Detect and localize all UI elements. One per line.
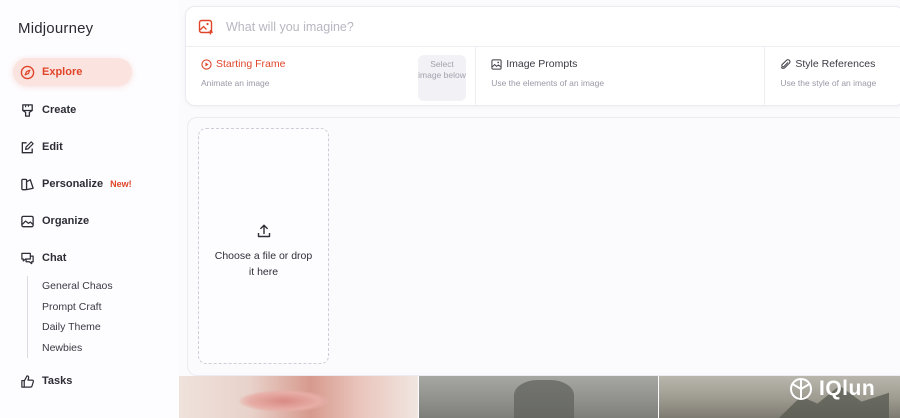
- tab-title: Image Prompts: [506, 58, 578, 70]
- thumbs-up-icon: [20, 374, 35, 389]
- dropzone-text: Choose a file or drop it here: [214, 250, 313, 278]
- sidebar-item-label: Chat: [42, 252, 67, 264]
- image-grid-icon: [491, 58, 502, 70]
- tab-image-prompts[interactable]: Image Prompts Use the elements of an ima…: [476, 47, 766, 107]
- chat-channel-general-chaos[interactable]: General Chaos: [28, 276, 147, 297]
- sidebar-item-create[interactable]: Create: [13, 96, 132, 124]
- sidebar-item-personalize[interactable]: Personalize New!: [13, 170, 132, 198]
- reference-tabs: Starting Frame Animate an image Select i…: [186, 47, 900, 107]
- paperclip-icon: [780, 58, 791, 70]
- file-dropzone[interactable]: Choose a file or drop it here: [198, 128, 329, 364]
- chat-channel-newbies[interactable]: Newbies: [28, 338, 147, 359]
- chat-icon: [20, 251, 35, 266]
- sidebar-item-organize[interactable]: Organize: [13, 207, 132, 235]
- sidebar-item-label: Organize: [42, 215, 90, 227]
- watermark-text: IQlun: [819, 377, 876, 400]
- upload-panel: Choose a file or drop it here: [187, 117, 900, 376]
- chat-channel-prompt-craft[interactable]: Prompt Craft: [28, 297, 147, 318]
- play-circle-icon: [201, 58, 212, 70]
- prompt-panel: Starting Frame Animate an image Select i…: [185, 6, 900, 107]
- add-image-icon[interactable]: [198, 19, 214, 35]
- sidebar-item-edit[interactable]: Edit: [13, 133, 132, 161]
- prompt-bar: [186, 7, 900, 47]
- tab-title: Style References: [795, 58, 876, 70]
- chat-channel-list: General Chaos Prompt Craft Daily Theme N…: [27, 276, 147, 358]
- sidebar-item-label: Personalize: [42, 178, 104, 190]
- gallery-image[interactable]: [419, 376, 658, 418]
- tab-subtitle: Use the elements of an image: [491, 78, 605, 88]
- sidebar: Midjourney Explore Create Edit Personali…: [0, 0, 179, 418]
- gallery-image[interactable]: [179, 376, 418, 418]
- tab-starting-frame[interactable]: Starting Frame Animate an image Select i…: [186, 47, 477, 107]
- personalize-icon: [20, 177, 35, 192]
- paintbrush-icon: [20, 103, 35, 118]
- sidebar-item-label: Tasks: [42, 375, 73, 387]
- sidebar-item-label: Edit: [42, 141, 63, 153]
- app-logo[interactable]: Midjourney: [18, 20, 93, 37]
- watermark: IQlun: [789, 377, 875, 401]
- sidebar-item-tasks[interactable]: Tasks: [13, 367, 132, 395]
- new-badge: New!: [110, 179, 132, 189]
- image-icon: [20, 214, 35, 229]
- compass-icon: [20, 65, 35, 80]
- sidebar-item-chat[interactable]: Chat: [13, 244, 132, 272]
- chat-channel-daily-theme[interactable]: Daily Theme: [28, 317, 147, 338]
- tab-title: Starting Frame: [216, 58, 286, 70]
- edit-icon: [20, 140, 35, 155]
- select-image-hint: Select image below: [418, 55, 466, 101]
- sidebar-item-label: Create: [42, 104, 77, 116]
- sidebar-item-explore[interactable]: Explore: [13, 58, 132, 86]
- tab-style-references[interactable]: Style References Use the style of an ima…: [765, 47, 900, 107]
- prompt-input[interactable]: [226, 19, 826, 34]
- tab-subtitle: Use the style of an image: [780, 78, 877, 88]
- upload-icon: [257, 224, 271, 238]
- sidebar-item-label: Explore: [42, 66, 83, 78]
- iqlun-logo-icon: [789, 377, 813, 401]
